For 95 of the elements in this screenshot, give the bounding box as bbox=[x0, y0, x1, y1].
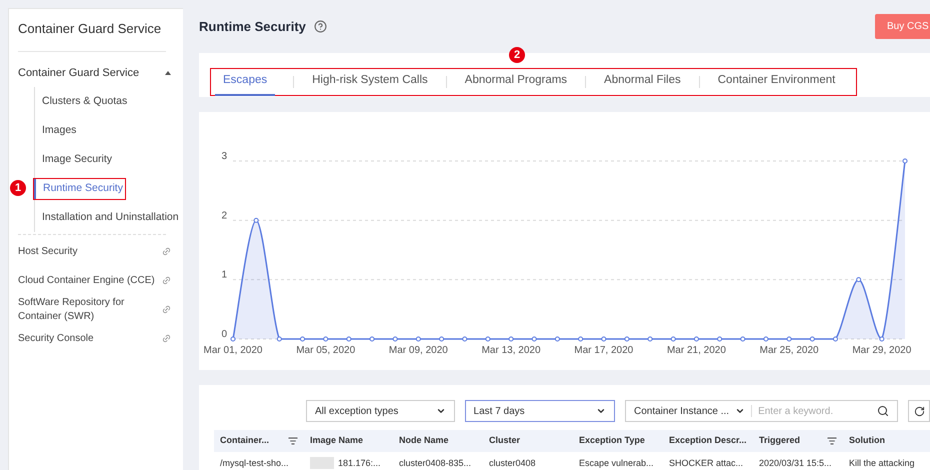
sidebar-link[interactable]: Cloud Container Engine (CCE) bbox=[18, 274, 158, 288]
sidebar-item[interactable]: Installation and Uninstallation bbox=[35, 208, 179, 228]
column-header[interactable]: Exception Descr... bbox=[663, 430, 753, 452]
page-title: Runtime Security bbox=[199, 18, 306, 36]
sidebar-link[interactable]: Security Console bbox=[18, 332, 158, 346]
link-icon bbox=[160, 332, 173, 345]
point bbox=[879, 336, 884, 342]
axis-label: Mar 09, 2020 bbox=[388, 345, 448, 356]
column-header[interactable]: Solution bbox=[843, 430, 930, 452]
point bbox=[254, 218, 259, 223]
point bbox=[601, 336, 606, 342]
point bbox=[439, 336, 444, 342]
column-header[interactable]: Exception Type bbox=[573, 430, 663, 452]
sort-icon bbox=[288, 436, 298, 446]
time-select[interactable]: Last 7 days bbox=[464, 400, 615, 422]
help-icon[interactable] bbox=[314, 20, 327, 33]
point bbox=[276, 336, 282, 342]
sidebar-item[interactable]: Runtime Security bbox=[34, 178, 125, 198]
axis-label: Mar 21, 2020 bbox=[666, 345, 726, 356]
axis-label: Mar 29, 2020 bbox=[852, 345, 912, 356]
link-icon bbox=[160, 274, 173, 287]
link-icon bbox=[160, 245, 173, 258]
point bbox=[370, 336, 375, 342]
annotation-badge: 2 bbox=[509, 47, 525, 63]
sort-icon bbox=[827, 436, 837, 446]
annotation-badge: 1 bbox=[10, 180, 26, 196]
table-cell-text: SHOCKER attac... bbox=[669, 456, 744, 470]
tab[interactable]: Container Environment bbox=[718, 68, 836, 96]
axis-label: Mar 13, 2020 bbox=[482, 345, 541, 356]
axis-label: 1 bbox=[221, 270, 227, 281]
table-cell: Escape vulnerab... bbox=[579, 456, 654, 470]
point bbox=[578, 336, 584, 342]
table-cell-text: cluster0408-835... bbox=[399, 456, 472, 470]
point bbox=[740, 336, 746, 342]
caret-icon bbox=[436, 406, 446, 416]
table-cell-text: 2020/03/31 15:5... bbox=[759, 456, 832, 470]
point bbox=[648, 336, 653, 342]
point bbox=[508, 336, 514, 342]
link-icon bbox=[160, 303, 173, 316]
point bbox=[392, 336, 398, 342]
sidebar-item[interactable]: Clusters & Quotas bbox=[35, 92, 128, 112]
table-cell: /mysql-test-sho... bbox=[220, 456, 289, 470]
point bbox=[902, 158, 908, 164]
keyword-input[interactable]: Enter a keyword. bbox=[758, 404, 877, 418]
axis-label: 3 bbox=[221, 151, 227, 162]
sidebar-item[interactable]: Image Security bbox=[35, 150, 112, 170]
point bbox=[694, 336, 699, 342]
sidebar-title: Container Guard Service bbox=[18, 20, 162, 38]
table-cell-text: cluster0408 bbox=[489, 456, 536, 470]
blurred-text bbox=[310, 457, 334, 470]
tab[interactable]: High-risk System Calls bbox=[312, 68, 428, 96]
point bbox=[554, 336, 560, 342]
column-header[interactable]: Node Name bbox=[393, 430, 483, 452]
point bbox=[485, 336, 490, 342]
sidebar-link[interactable]: SoftWare Repository for Container (SWR) bbox=[18, 296, 158, 324]
axis-label: 0 bbox=[221, 329, 227, 340]
point bbox=[670, 336, 676, 342]
axis-label: 2 bbox=[221, 210, 227, 222]
point bbox=[832, 336, 838, 342]
point bbox=[532, 336, 537, 342]
point bbox=[624, 336, 630, 342]
table-cell: Kill the attacking bbox=[849, 456, 915, 470]
sidebar-link[interactable]: Host Security bbox=[18, 244, 158, 258]
point bbox=[300, 336, 306, 342]
axis-label: Mar 17, 2020 bbox=[574, 345, 634, 356]
search-field[interactable]: Container Instance ... Enter a keyword. bbox=[625, 400, 898, 422]
table-cell-text: 181.176:... bbox=[338, 456, 381, 470]
point bbox=[230, 336, 236, 342]
search-icon bbox=[877, 405, 889, 417]
sidebar-group[interactable]: Container Guard Service bbox=[18, 62, 174, 84]
axis-label: Mar 05, 2020 bbox=[296, 345, 356, 356]
point bbox=[462, 336, 468, 342]
caret-icon bbox=[596, 406, 606, 416]
axis-label: Mar 25, 2020 bbox=[760, 345, 819, 356]
column-header[interactable]: Image Name bbox=[304, 430, 393, 452]
refresh-icon bbox=[914, 406, 924, 416]
column-header[interactable]: Triggered bbox=[753, 430, 843, 452]
type-select[interactable]: All exception types bbox=[306, 400, 455, 422]
point bbox=[346, 336, 352, 342]
column-header[interactable]: Container... bbox=[214, 430, 304, 452]
refresh-button[interactable] bbox=[908, 400, 930, 422]
axis-label: Mar 01, 2020 bbox=[204, 345, 262, 356]
point bbox=[810, 336, 815, 342]
sidebar-item[interactable]: Images bbox=[35, 120, 76, 140]
tab[interactable]: Escapes bbox=[215, 68, 276, 96]
point bbox=[416, 336, 421, 342]
caret-icon bbox=[735, 406, 746, 416]
tab[interactable]: Abnormal Programs bbox=[464, 68, 568, 96]
point bbox=[856, 277, 862, 282]
point bbox=[786, 336, 792, 342]
point bbox=[717, 336, 722, 342]
point bbox=[763, 336, 768, 342]
point bbox=[323, 336, 328, 342]
column-header[interactable]: Cluster bbox=[483, 430, 573, 452]
tab[interactable]: Abnormal Files bbox=[604, 68, 681, 96]
